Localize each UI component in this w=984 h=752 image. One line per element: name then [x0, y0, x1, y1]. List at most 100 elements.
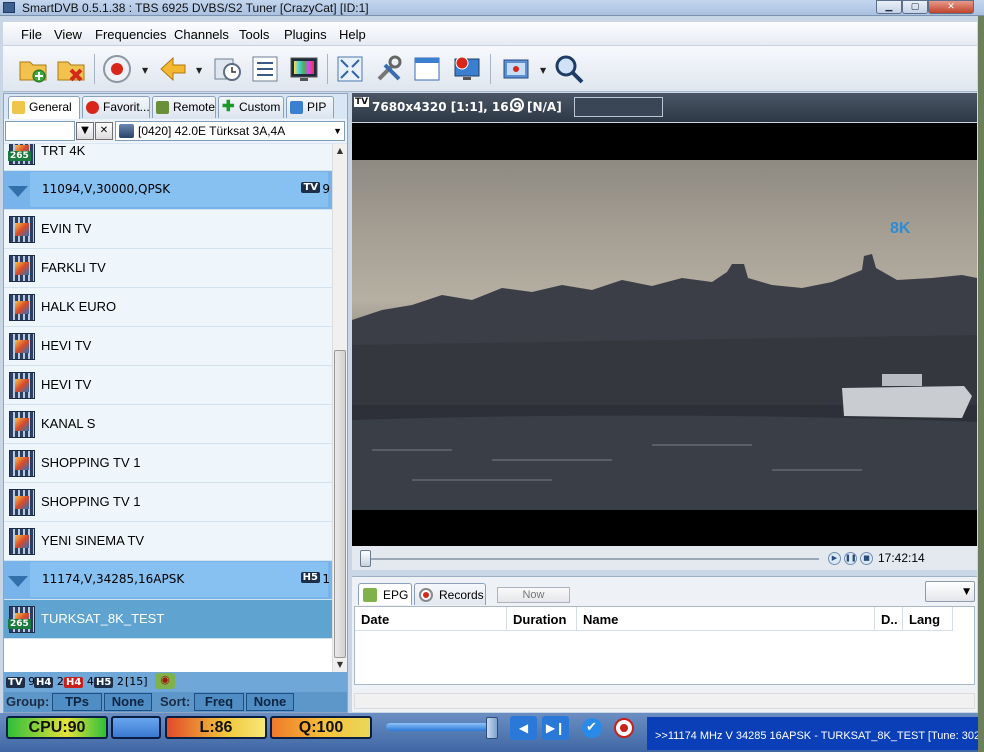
- menu-frequencies[interactable]: Frequencies: [95, 27, 167, 42]
- tab-pip[interactable]: PIP: [286, 96, 334, 118]
- sort-none-button[interactable]: None: [246, 693, 294, 711]
- volume-slider[interactable]: [386, 723, 494, 731]
- menu-plugins[interactable]: Plugins: [284, 27, 327, 42]
- transponder-name: 11094,V,30000,QPSK: [42, 182, 171, 196]
- column-name[interactable]: Name: [577, 607, 875, 631]
- list-icon[interactable]: [249, 53, 281, 85]
- tab-custom[interactable]: ✚ Custom: [218, 96, 284, 118]
- tab-label: EPG: [383, 588, 409, 602]
- channel-thumbnail-icon: [9, 294, 35, 321]
- app-icon: [3, 2, 15, 13]
- open-folder-icon[interactable]: [17, 53, 49, 85]
- snapshot-icon[interactable]: [500, 53, 532, 85]
- group-tps-button[interactable]: TPs: [52, 693, 102, 711]
- channel-list-scrollbar[interactable]: ▲ ▼: [332, 144, 347, 672]
- column-d[interactable]: D..: [875, 607, 903, 631]
- channel-row[interactable]: HEVI TV: [4, 366, 332, 405]
- pip-icon: [290, 101, 303, 114]
- eye-filter-icon[interactable]: ◉: [155, 673, 175, 689]
- menu-tools[interactable]: Tools: [239, 27, 269, 42]
- maximize-button[interactable]: ▢: [902, 0, 928, 14]
- transponder-group-row[interactable]: 11094,V,30000,QPSK TV 9: [4, 171, 332, 210]
- desktop-background: [978, 16, 984, 752]
- seek-handle[interactable]: [360, 550, 371, 567]
- screen-record-icon[interactable]: [451, 53, 483, 85]
- checkmark-icon[interactable]: ✔: [578, 716, 605, 740]
- tab-favorites[interactable]: Favorit...: [82, 96, 150, 118]
- playback-time: 17:42:14: [878, 551, 925, 565]
- now-button[interactable]: Now: [497, 587, 570, 603]
- channel-row[interactable]: KANAL S: [4, 405, 332, 444]
- general-icon: [12, 101, 25, 114]
- filter-clear-button[interactable]: ✕: [95, 122, 113, 140]
- satellite-select[interactable]: [0420] 42.0E Türksat 3A,4A ▼: [115, 121, 345, 141]
- channel-row[interactable]: SHOPPING TV 1: [4, 444, 332, 483]
- scheduler-icon[interactable]: [211, 53, 243, 85]
- tv-icon[interactable]: [288, 53, 320, 85]
- channel-row[interactable]: FARKLI TV: [4, 249, 332, 288]
- window-icon[interactable]: [411, 53, 443, 85]
- column-date[interactable]: Date: [355, 607, 507, 631]
- record-icon[interactable]: [101, 53, 133, 85]
- h4-count: 2: [56, 675, 64, 688]
- video-resolution: 7680x4320 [1:1], 16:9: [372, 100, 522, 114]
- transponder-group-row[interactable]: 11174,V,34285,16APSK H5 1: [4, 561, 332, 600]
- close-button[interactable]: ✕: [928, 0, 974, 14]
- back-arrow-icon[interactable]: [157, 53, 189, 85]
- menu-view[interactable]: View: [54, 27, 82, 42]
- column-duration[interactable]: Duration: [507, 607, 577, 631]
- column-lang[interactable]: Lang: [903, 607, 953, 631]
- menu-help[interactable]: Help: [339, 27, 366, 42]
- delete-folder-icon[interactable]: [55, 53, 87, 85]
- seek-track[interactable]: [364, 558, 819, 560]
- collapse-triangle-icon[interactable]: [8, 186, 28, 197]
- epg-dropdown[interactable]: ▼: [925, 581, 975, 602]
- channel-row[interactable]: HALK EURO: [4, 288, 332, 327]
- channel-row[interactable]: HEVI TV: [4, 327, 332, 366]
- fullscreen-icon[interactable]: [334, 53, 366, 85]
- channel-name: HALK EURO: [41, 299, 117, 314]
- sort-freq-button[interactable]: Freq: [194, 693, 244, 711]
- tab-label: Favorit...: [103, 100, 150, 114]
- next-icon[interactable]: ▶❙: [542, 716, 569, 740]
- total-count: [15]: [125, 675, 148, 688]
- tab-remote[interactable]: Remote: [152, 96, 216, 118]
- tab-epg[interactable]: EPG: [358, 583, 412, 605]
- channel-row[interactable]: YENI SINEMA TV: [4, 522, 332, 561]
- tab-general[interactable]: General: [8, 96, 80, 119]
- channel-row[interactable]: SHOPPING TV 1: [4, 483, 332, 522]
- play-icon[interactable]: ▶: [828, 552, 841, 565]
- channel-name: EVIN TV: [41, 221, 92, 236]
- menu-channels[interactable]: Channels: [174, 27, 229, 42]
- channel-row[interactable]: 265 TRT 4K: [4, 144, 332, 171]
- previous-icon[interactable]: ◀: [510, 716, 537, 740]
- snapshot-dropdown-icon[interactable]: ▼: [540, 66, 548, 75]
- back-dropdown-icon[interactable]: ▼: [196, 66, 204, 75]
- record-button-icon[interactable]: [610, 716, 637, 740]
- signal-box: [574, 97, 663, 117]
- channel-filter-input[interactable]: [5, 121, 75, 141]
- transponder-name: 11174,V,34285,16APSK: [42, 572, 185, 586]
- collapse-triangle-icon[interactable]: [8, 576, 28, 587]
- search-icon[interactable]: [553, 53, 585, 85]
- tab-records[interactable]: Records: [414, 583, 486, 605]
- scrollbar-thumb[interactable]: [334, 350, 346, 658]
- scroll-up-icon[interactable]: ▲: [333, 144, 347, 158]
- epg-horizontal-scrollbar[interactable]: [354, 693, 975, 709]
- minimize-button[interactable]: ▁: [876, 0, 902, 14]
- menu-file[interactable]: File: [21, 27, 42, 42]
- volume-handle[interactable]: [486, 717, 498, 739]
- channel-name: YENI SINEMA TV: [41, 533, 145, 548]
- tools-icon[interactable]: [373, 53, 405, 85]
- scroll-down-icon[interactable]: ▼: [333, 658, 347, 672]
- hevc-badge: 265: [8, 619, 31, 629]
- stop-icon[interactable]: ■: [860, 552, 873, 565]
- group-none-button[interactable]: None: [104, 693, 152, 711]
- channel-row[interactable]: EVIN TV: [4, 210, 332, 249]
- video-display[interactable]: 8K: [352, 123, 977, 546]
- record-dropdown-icon[interactable]: ▼: [142, 66, 150, 75]
- filter-dropdown-button[interactable]: ▼: [76, 122, 94, 140]
- channel-row-selected[interactable]: 265 TURKSAT_8K_TEST: [4, 600, 332, 639]
- channel-thumbnail-icon: [9, 450, 35, 477]
- pause-icon[interactable]: ❚❚: [844, 552, 857, 565]
